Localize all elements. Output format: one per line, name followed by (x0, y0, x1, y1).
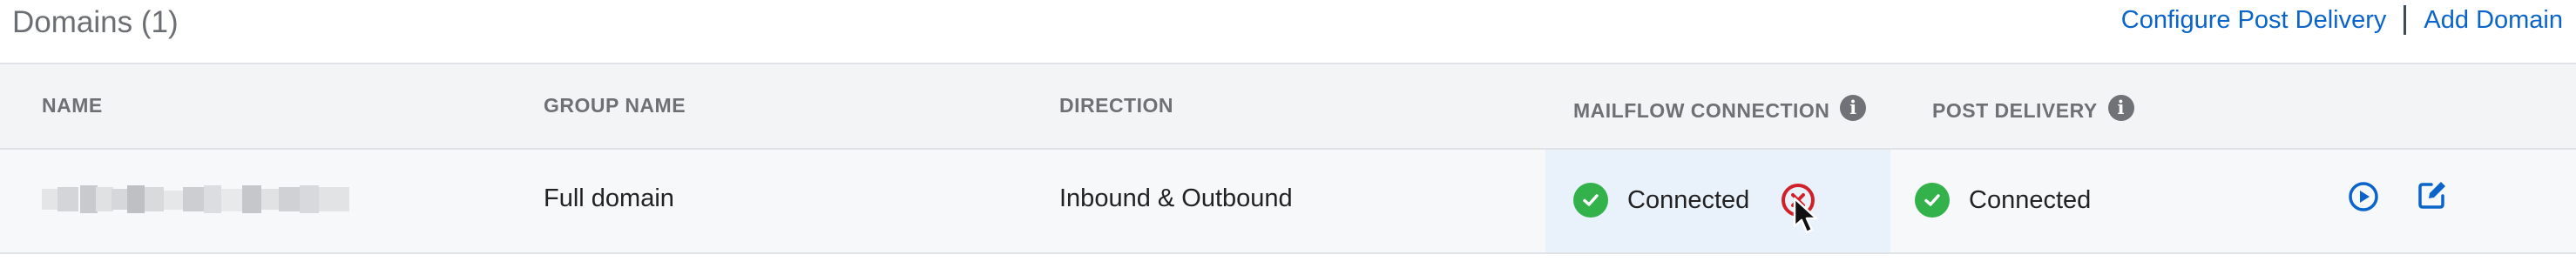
add-domain-link[interactable]: Add Domain (2424, 6, 2563, 35)
page-title: Domains (1) (12, 5, 179, 39)
link-divider (2404, 5, 2407, 35)
column-header-name[interactable]: NAME (42, 94, 103, 117)
direction-cell: Inbound & Outbound (1059, 184, 1293, 212)
mailflow-status: Connected (1573, 183, 1749, 218)
column-header-mailflow[interactable]: MAILFLOW CONNECTION i (1573, 95, 1867, 124)
redacted-domain-name (42, 185, 349, 213)
post-delivery-status: Connected (1915, 183, 2091, 218)
edit-icon[interactable] (2416, 178, 2449, 211)
column-header-post-delivery[interactable]: POST DELIVERY i (1932, 95, 2134, 124)
post-delivery-info-icon[interactable]: i (2107, 95, 2134, 121)
table-row[interactable]: Full domain Inbound & Outbound Connected… (0, 150, 2576, 252)
group-name-cell: Full domain (544, 184, 674, 212)
play-icon[interactable] (2348, 181, 2379, 212)
post-delivery-status-label: Connected (1969, 185, 2092, 214)
table-header: NAME GROUP NAME DIRECTION MAILFLOW CONNE… (0, 64, 2576, 150)
mouse-cursor-icon (1793, 197, 1818, 234)
configure-post-delivery-link[interactable]: Configure Post Delivery (2121, 6, 2387, 35)
success-check-icon (1915, 183, 1950, 218)
mailflow-info-icon[interactable]: i (1840, 95, 1867, 121)
column-header-direction[interactable]: DIRECTION (1059, 94, 1173, 117)
column-header-group-name[interactable]: GROUP NAME (544, 94, 686, 117)
domains-table: NAME GROUP NAME DIRECTION MAILFLOW CONNE… (0, 63, 2576, 254)
success-check-icon (1573, 183, 1608, 218)
mailflow-status-label: Connected (1627, 185, 1750, 214)
header-links: Configure Post Delivery Add Domain (2121, 5, 2563, 35)
